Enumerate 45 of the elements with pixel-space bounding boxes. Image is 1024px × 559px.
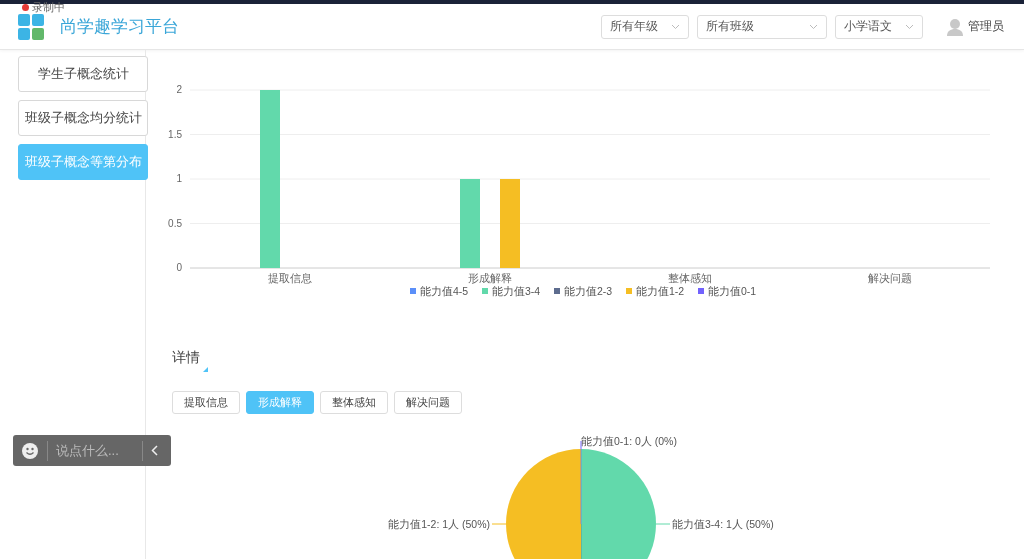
legend-swatch-icon [410,288,416,294]
legend-swatch-icon [482,288,488,294]
emoji-icon[interactable] [21,441,39,460]
x-axis-label: 提取信息 [268,272,312,284]
chevron-left-icon[interactable] [151,445,158,456]
user-name[interactable]: 管理员 [968,18,1004,35]
detail-tab[interactable]: 整体感知 [320,391,388,414]
user-avatar-icon [947,17,963,36]
y-axis-label: 0 [176,262,182,273]
chevron-down-icon [809,23,818,30]
legend-swatch-icon [554,288,560,294]
pie-label: 能力值1-2: 1人 (50%) [388,518,490,530]
filter-dropdown[interactable]: 所有年级 [601,14,689,39]
legend-swatch-icon [698,288,704,294]
chevron-down-icon [905,23,914,30]
y-axis-label: 1.5 [168,128,182,140]
pie-label: 能力值3-4: 1人 (50%) [672,518,774,530]
recording-label: 录制中 [32,0,65,15]
section-title: 详情 [172,349,200,365]
x-axis-label: 形成解释 [468,272,512,284]
legend-label[interactable]: 能力值2-3 [564,285,613,297]
pie-label: 能力值0-1: 0人 (0%) [581,435,677,447]
y-axis-label: 1 [176,173,182,184]
legend-swatch-icon [626,288,632,294]
detail-tab[interactable]: 解决问题 [394,391,462,414]
app-title: 尚学趣学习平台 [60,16,179,38]
logo-icon [18,13,44,40]
legend-label[interactable]: 能力值3-4 [492,285,541,297]
filter-dropdown[interactable]: 小学语文 [835,14,923,39]
detail-tab[interactable]: 提取信息 [172,391,240,414]
y-axis-label: 0.5 [168,217,182,229]
y-axis-label: 2 [176,84,182,95]
chevron-down-icon [671,23,680,30]
x-axis-label: 解决问题 [868,272,912,284]
legend-label[interactable]: 能力值4-5 [420,285,469,297]
sidebar-item[interactable]: 班级子概念均分统计 [18,100,148,136]
leader-line [491,523,507,525]
filter-dropdown[interactable]: 所有班级 [697,14,827,39]
recording-dot-icon [22,4,29,11]
sidebar-item[interactable]: 学生子概念统计 [18,56,148,92]
legend-label[interactable]: 能力值1-2 [636,285,685,297]
legend-label[interactable]: 能力值0-1 [708,285,757,297]
leader-line [655,523,671,525]
x-axis-label: 整体感知 [668,272,712,284]
corner-triangle-icon [203,367,208,372]
